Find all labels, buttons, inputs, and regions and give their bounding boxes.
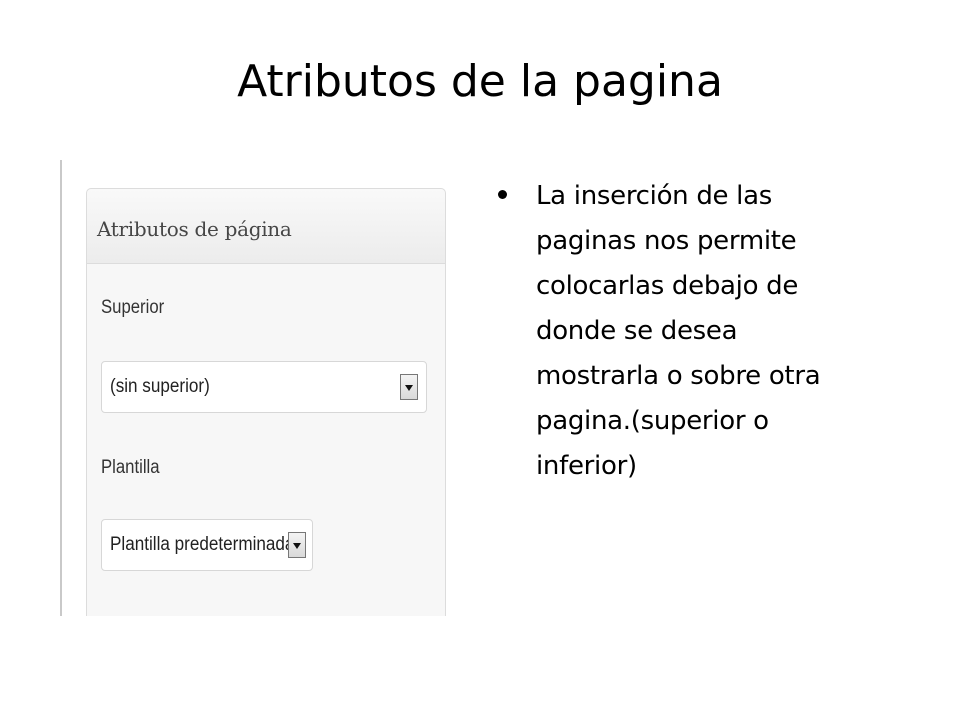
dropdown-arrow-icon[interactable] bbox=[288, 532, 306, 558]
screenshot-edge-divider bbox=[60, 160, 62, 616]
bullet-line: donde se desea bbox=[536, 316, 738, 346]
panel-title: Atributos de página bbox=[97, 217, 292, 241]
parent-select[interactable]: (sin superior) bbox=[101, 361, 427, 413]
bullet-line: inferior) bbox=[536, 451, 637, 481]
bullet-dot-icon bbox=[498, 190, 507, 199]
bullet-list: La inserción de las paginas nos permite … bbox=[496, 174, 896, 489]
bullet-item: La inserción de las paginas nos permite … bbox=[496, 174, 896, 489]
bullet-line: paginas nos permite bbox=[536, 226, 797, 256]
bullet-line: colocarlas debajo de bbox=[536, 271, 799, 301]
template-select-value: Plantilla predeterminada bbox=[110, 534, 295, 555]
template-select[interactable]: Plantilla predeterminada bbox=[101, 519, 313, 571]
panel-header: Atributos de página bbox=[87, 189, 445, 264]
page-attributes-screenshot: Atributos de página Superior (sin superi… bbox=[58, 160, 452, 616]
bullet-line: La inserción de las bbox=[536, 181, 772, 211]
slide-title: Atributos de la pagina bbox=[237, 56, 723, 107]
parent-select-value: (sin superior) bbox=[110, 376, 210, 397]
dropdown-arrow-icon[interactable] bbox=[400, 374, 418, 400]
parent-label: Superior bbox=[101, 297, 165, 318]
bullet-line: pagina.(superior o bbox=[536, 406, 769, 436]
template-label: Plantilla bbox=[101, 457, 160, 478]
bullet-line: mostrarla o sobre otra bbox=[536, 361, 821, 391]
page-attributes-panel: Atributos de página Superior (sin superi… bbox=[86, 188, 446, 616]
